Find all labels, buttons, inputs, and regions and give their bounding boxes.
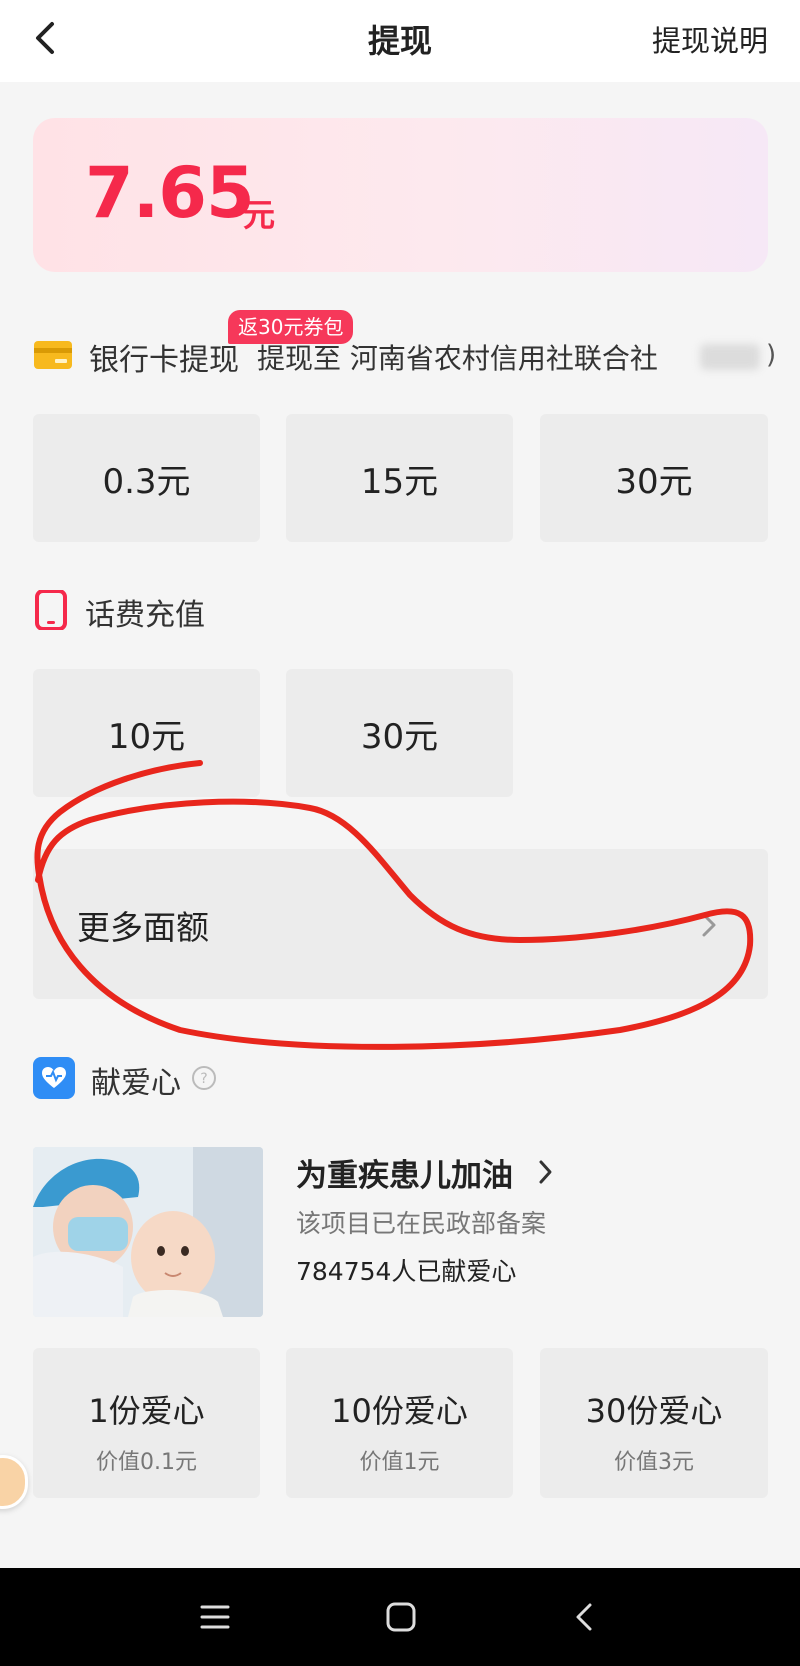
charity-heart-icon (33, 1057, 75, 1103)
svg-text:?: ? (200, 1071, 207, 1087)
top-bar: 提现 提现说明 (0, 0, 800, 82)
charity-project-note: 该项目已在民政部备案 (296, 1209, 547, 1238)
coupon-badge: 返30元券包 (228, 310, 354, 344)
withdraw-help-link[interactable]: 提现说明 (652, 18, 768, 60)
balance-unit: 元 (243, 196, 276, 234)
charity-section-title: 献爱心 (91, 1066, 181, 1101)
phone-icon (33, 589, 69, 634)
menu-icon[interactable] (192, 1594, 238, 1640)
phone-section-header: 话费充值 (33, 587, 205, 637)
chevron-right-icon (698, 909, 720, 941)
balance-card: 7.65 元 (33, 118, 768, 272)
balance-amount: 7.65 (85, 152, 255, 234)
more-amounts-label: 更多面额 (77, 908, 209, 947)
phone-section-title: 话费充值 (85, 598, 205, 633)
masked-account (700, 344, 760, 370)
love-option-value: 价值0.1元 (96, 1450, 197, 1475)
help-circle-icon[interactable]: ? (191, 1065, 217, 1095)
floating-widget-button[interactable] (0, 1455, 28, 1509)
love-option-title: 10份爱心 (331, 1392, 468, 1430)
more-amounts-row[interactable]: 更多面额 (33, 849, 768, 999)
love-option-1[interactable]: 1份爱心 价值0.1元 (33, 1348, 260, 1498)
charity-project-title[interactable]: 为重疾患儿加油 (296, 1150, 513, 1195)
chevron-right-icon[interactable] (538, 1158, 554, 1186)
phone-option-30[interactable]: 30元 (286, 669, 513, 797)
phone-option-10[interactable]: 10元 (33, 669, 260, 797)
love-option-30[interactable]: 30份爱心 价值3元 (540, 1348, 768, 1498)
love-option-value: 价值3元 (614, 1450, 694, 1475)
love-option-title: 30份爱心 (585, 1392, 723, 1430)
bank-card-icon (33, 339, 73, 375)
charity-project-image[interactable] (33, 1147, 263, 1317)
love-option-title: 1份爱心 (88, 1392, 205, 1430)
charity-donor-count: 784754人已献爱心 (296, 1257, 517, 1286)
bank-option-30[interactable]: 30元 (540, 414, 768, 542)
love-option-10[interactable]: 10份爱心 价值1元 (286, 1348, 513, 1498)
charity-section-header: 献爱心 ? (33, 1055, 217, 1105)
bank-option-0.3[interactable]: 0.3元 (33, 414, 260, 542)
love-option-value: 价值1元 (359, 1450, 440, 1475)
back-icon[interactable] (562, 1594, 608, 1640)
bank-section-title: 银行卡提现 (89, 343, 239, 378)
bank-option-15[interactable]: 15元 (286, 414, 513, 542)
bank-destination-suffix: ) (766, 340, 777, 370)
system-nav-bar (0, 1568, 800, 1666)
home-icon[interactable] (378, 1594, 424, 1640)
